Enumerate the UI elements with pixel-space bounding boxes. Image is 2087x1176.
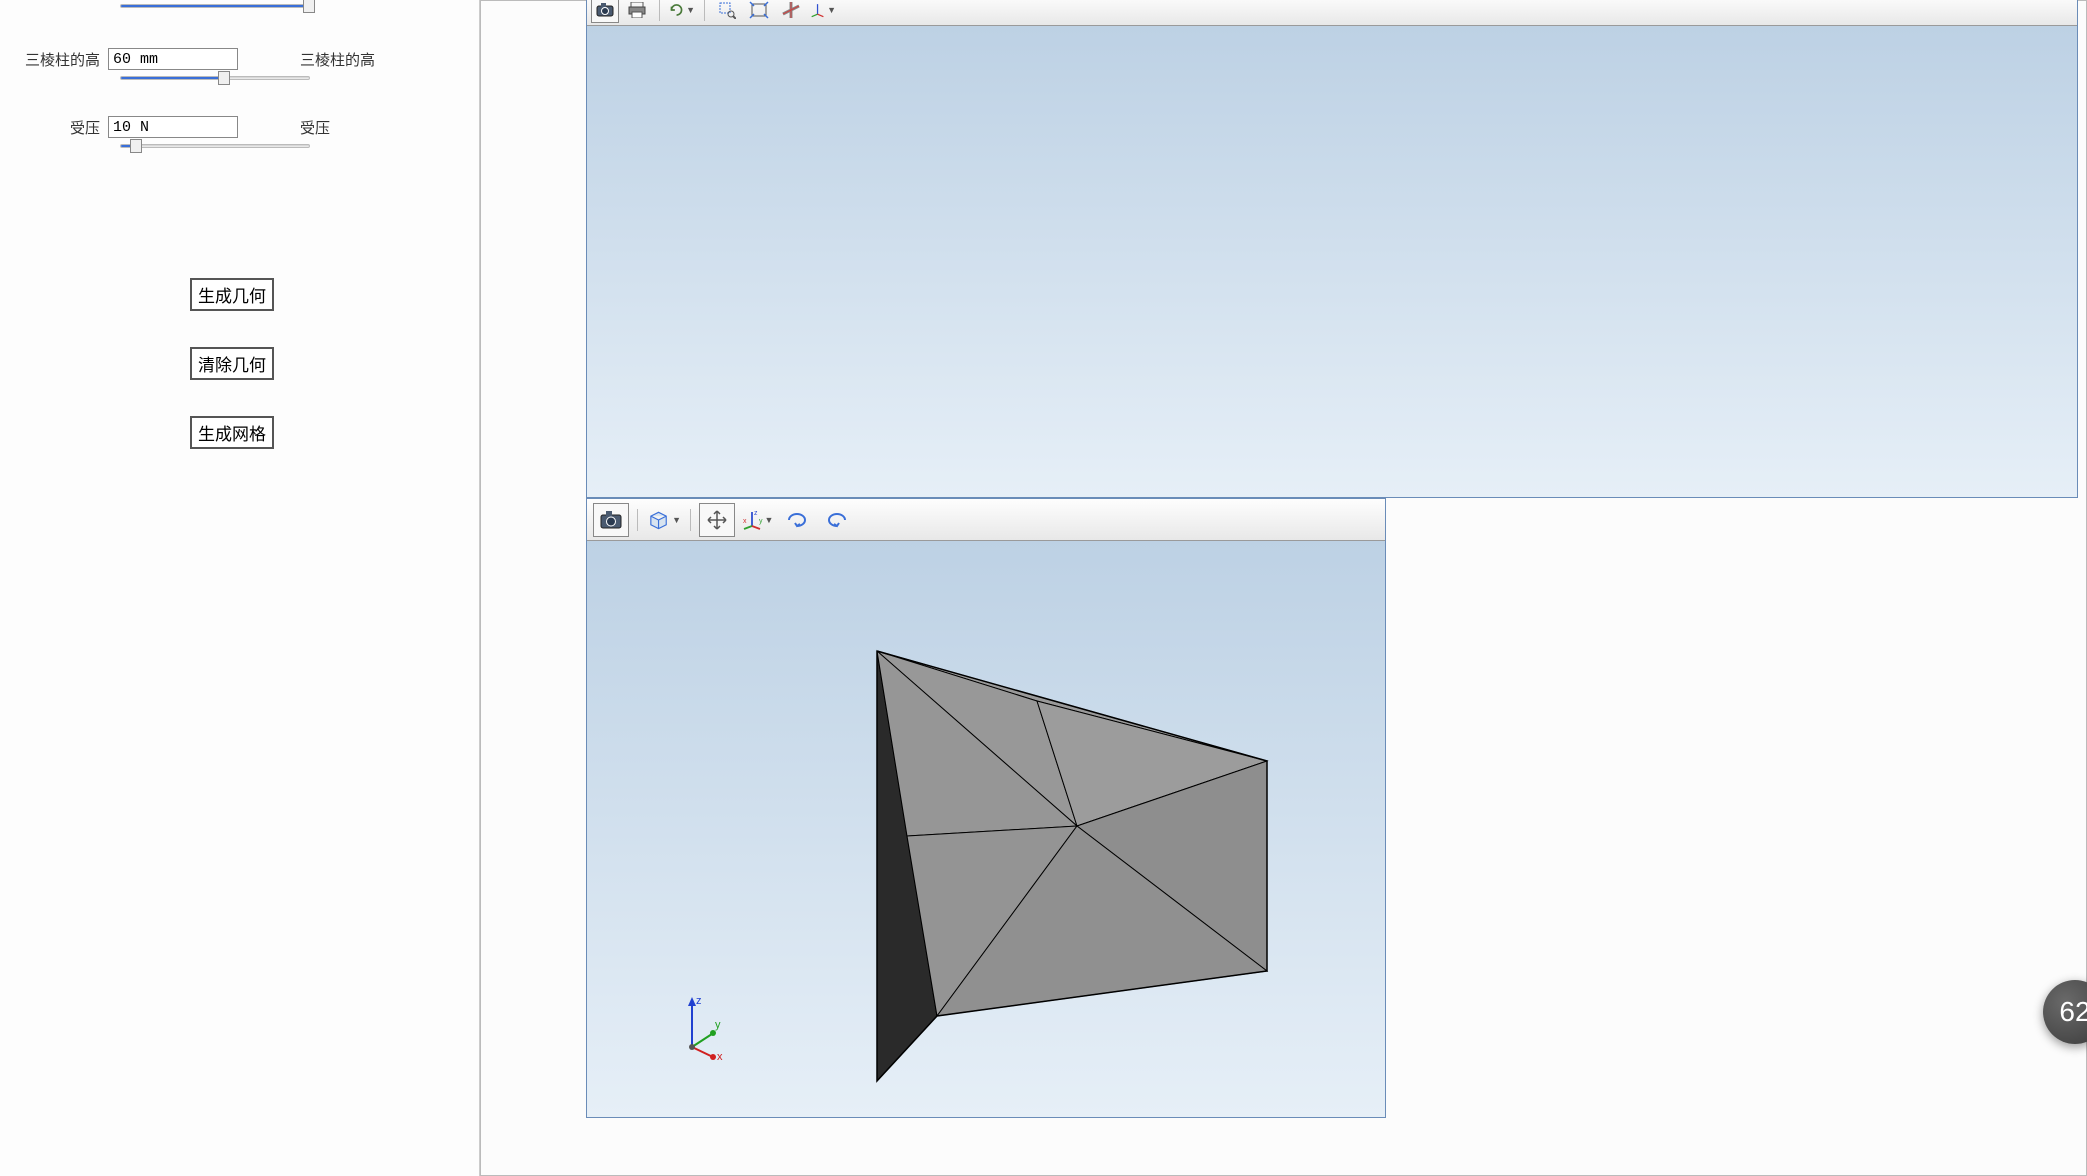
slider-thumb[interactable] <box>303 0 315 13</box>
axis-indicator: z y x <box>667 992 727 1062</box>
camera-icon[interactable] <box>593 503 629 537</box>
field-desc: 受压 <box>300 117 330 138</box>
viewport-bottom[interactable]: ▼ zyx ▼ <box>586 498 1386 1118</box>
chevron-down-icon: ▼ <box>686 5 695 15</box>
viewport-top[interactable]: ▼ ▼ <box>586 0 2078 498</box>
sidebar-panel: 三棱柱的高 三棱柱的高 受压 受压 生成几何 清除几何 生成网格 <box>0 0 480 1176</box>
slider-thumb[interactable] <box>130 139 142 153</box>
chevron-down-icon: ▼ <box>827 5 836 15</box>
axis-toggle-icon[interactable] <box>777 0 805 23</box>
slider-field-0[interactable] <box>120 4 310 8</box>
toolbar-bottom: ▼ zy x ▼ <box>587 499 1385 541</box>
generate-mesh-button[interactable]: 生成网格 <box>190 416 274 449</box>
clear-geometry-button[interactable]: 清除几何 <box>190 347 274 380</box>
print-icon[interactable] <box>623 0 651 23</box>
slider-pressure[interactable] <box>120 144 310 148</box>
zoom-extent-icon[interactable] <box>745 0 773 23</box>
field-pressure: 受压 受压 <box>20 116 459 138</box>
slider-prism-height[interactable] <box>120 76 310 80</box>
mesh-render[interactable]: z y x <box>587 541 1385 1117</box>
box-view-icon[interactable]: ▼ <box>646 503 682 537</box>
camera-icon[interactable] <box>591 0 619 23</box>
axis-y-label: y <box>715 1019 721 1031</box>
slider-thumb[interactable] <box>218 71 230 85</box>
rotate-ccw-icon[interactable] <box>819 503 855 537</box>
main-area: ▼ ▼ ▼ <box>480 0 2087 1176</box>
chevron-down-icon: ▼ <box>765 515 774 525</box>
pan-icon[interactable] <box>699 503 735 537</box>
axis-z-label: z <box>696 995 702 1007</box>
action-buttons: 生成几何 清除几何 生成网格 <box>190 278 459 449</box>
badge-value: 62 <box>2059 996 2087 1028</box>
axis-x-label: x <box>717 1051 723 1062</box>
svg-text:y: y <box>759 518 763 525</box>
rotate-cw-icon[interactable] <box>779 503 815 537</box>
field-label: 三棱柱的高 <box>20 49 100 70</box>
pressure-input[interactable] <box>108 116 238 138</box>
toolbar-separator <box>659 0 660 21</box>
field-label: 受压 <box>20 117 100 138</box>
axis-xyz-icon[interactable]: zy x ▼ <box>739 503 775 537</box>
zoom-select-icon[interactable] <box>713 0 741 23</box>
chevron-down-icon: ▼ <box>672 515 681 525</box>
field-desc: 三棱柱的高 <box>300 49 375 70</box>
toolbar-separator <box>704 0 705 21</box>
toolbar-top: ▼ ▼ <box>587 0 2077 26</box>
svg-text:x: x <box>743 518 747 525</box>
field-prism-height: 三棱柱的高 三棱柱的高 <box>20 48 459 70</box>
refresh-icon[interactable]: ▼ <box>668 0 696 23</box>
generate-geometry-button[interactable]: 生成几何 <box>190 278 274 311</box>
toolbar-separator <box>690 509 691 531</box>
toolbar-separator <box>637 509 638 531</box>
prism-height-input[interactable] <box>108 48 238 70</box>
svg-text:z: z <box>754 510 758 517</box>
axis-xyz-icon[interactable]: ▼ <box>809 0 837 23</box>
